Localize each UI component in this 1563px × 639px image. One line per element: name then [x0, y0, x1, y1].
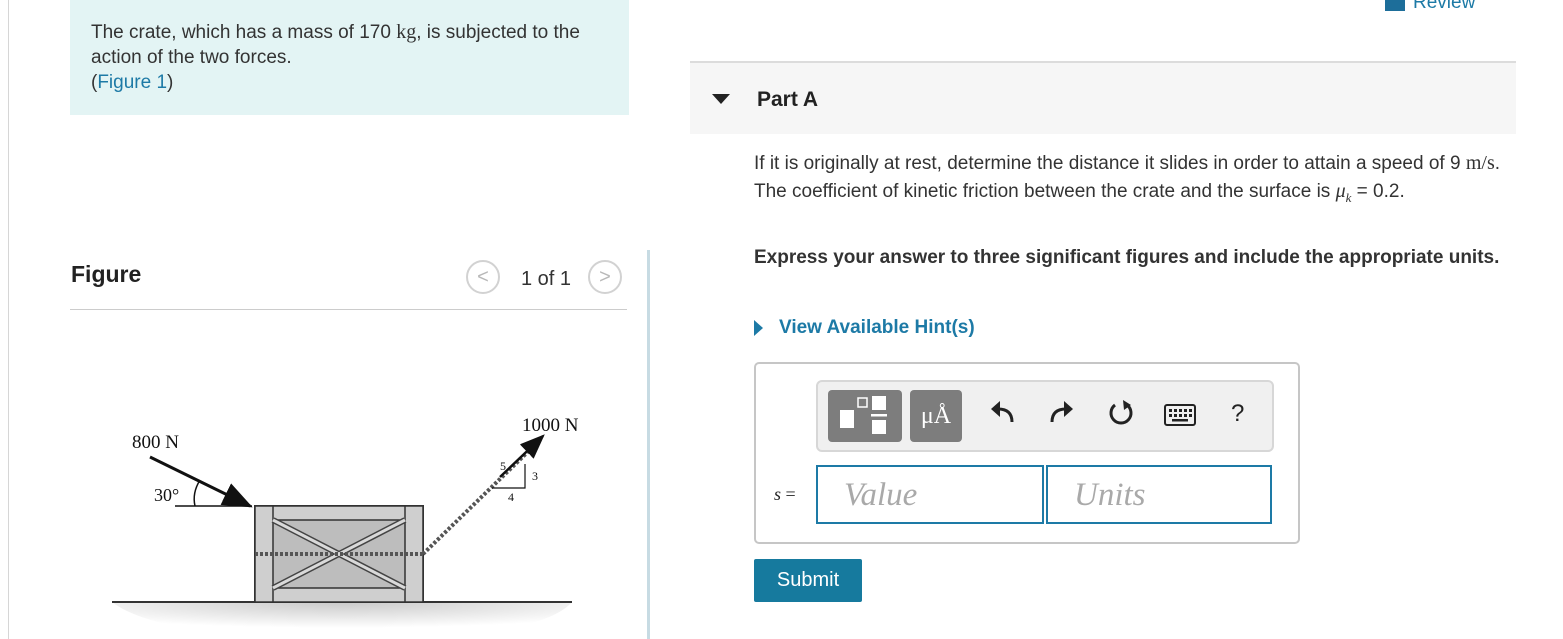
- help-icon[interactable]: ?: [1231, 400, 1244, 428]
- answer-box: μÅ ? s = Value Units: [754, 362, 1300, 544]
- figure-title: Figure: [71, 261, 142, 287]
- book-icon: [1385, 0, 1405, 11]
- undo-icon[interactable]: [988, 398, 1018, 428]
- slope-hyp-label: 5: [500, 459, 506, 473]
- review-label: Review: [1413, 0, 1476, 13]
- figure-count: 1 of 1: [521, 268, 572, 290]
- figure-pager: < 1 of 1 >: [466, 260, 628, 298]
- angle-label: 30°: [154, 485, 179, 505]
- view-hints-link[interactable]: View Available Hint(s): [754, 317, 975, 339]
- question-text: If it is originally at rest, determine t…: [754, 150, 1504, 211]
- templates-button[interactable]: [828, 390, 902, 442]
- reset-icon[interactable]: [1106, 398, 1136, 428]
- keyboard-icon[interactable]: [1164, 404, 1196, 426]
- figure-link[interactable]: Figure 1: [97, 72, 167, 93]
- symbols-icon: μÅ: [920, 402, 952, 429]
- expand-triangle-icon: [754, 320, 763, 336]
- redo-icon[interactable]: [1046, 398, 1076, 428]
- chevron-right-icon: >: [599, 265, 611, 288]
- answer-variable-label: s =: [774, 484, 796, 504]
- symbols-button[interactable]: μÅ: [910, 390, 962, 442]
- review-link[interactable]: Review: [1385, 0, 1475, 14]
- collapse-triangle-icon: [712, 94, 730, 104]
- mass-unit: kg: [396, 21, 417, 43]
- speed-unit: m/s: [1465, 152, 1495, 174]
- slope-rise-label: 3: [532, 469, 538, 483]
- math-toolbar: μÅ ?: [816, 380, 1274, 452]
- submit-button[interactable]: Submit: [754, 559, 862, 602]
- part-a-title: Part A: [757, 88, 819, 111]
- question-text-1: If it is originally at rest, determine t…: [754, 153, 1466, 174]
- mu-value: = 0.2.: [1351, 180, 1405, 202]
- problem-intro: The crate, which has a mass of 170 kg, i…: [70, 0, 629, 115]
- next-figure-button[interactable]: >: [588, 260, 622, 294]
- part-a-header[interactable]: Part A: [690, 63, 1516, 134]
- value-input[interactable]: Value: [816, 465, 1044, 524]
- prev-figure-button[interactable]: <: [466, 260, 500, 294]
- units-input[interactable]: Units: [1046, 465, 1272, 524]
- chevron-left-icon: <: [477, 265, 489, 288]
- intro-text-before: The crate, which has a mass of 170: [91, 22, 397, 43]
- hint-label: View Available Hint(s): [779, 317, 975, 338]
- force-800-label: 800 N: [132, 432, 179, 453]
- answer-instructions: Express your answer to three significant…: [754, 247, 1500, 268]
- close-paren: ): [167, 72, 174, 93]
- ground-shading: [112, 602, 572, 639]
- mu-k-symbol: μk: [1335, 179, 1352, 205]
- crate: [254, 505, 424, 603]
- crate-figure: 800 N 30° 1000 N 5 3 4: [112, 415, 579, 639]
- templates-icon: [840, 396, 887, 434]
- left-edge-line: [8, 0, 9, 639]
- slope-run-label: 4: [508, 490, 514, 504]
- angle-arc: [193, 479, 201, 507]
- figure-divider: [70, 309, 627, 310]
- force-1000-label: 1000 N: [522, 415, 579, 436]
- column-divider: [647, 250, 650, 639]
